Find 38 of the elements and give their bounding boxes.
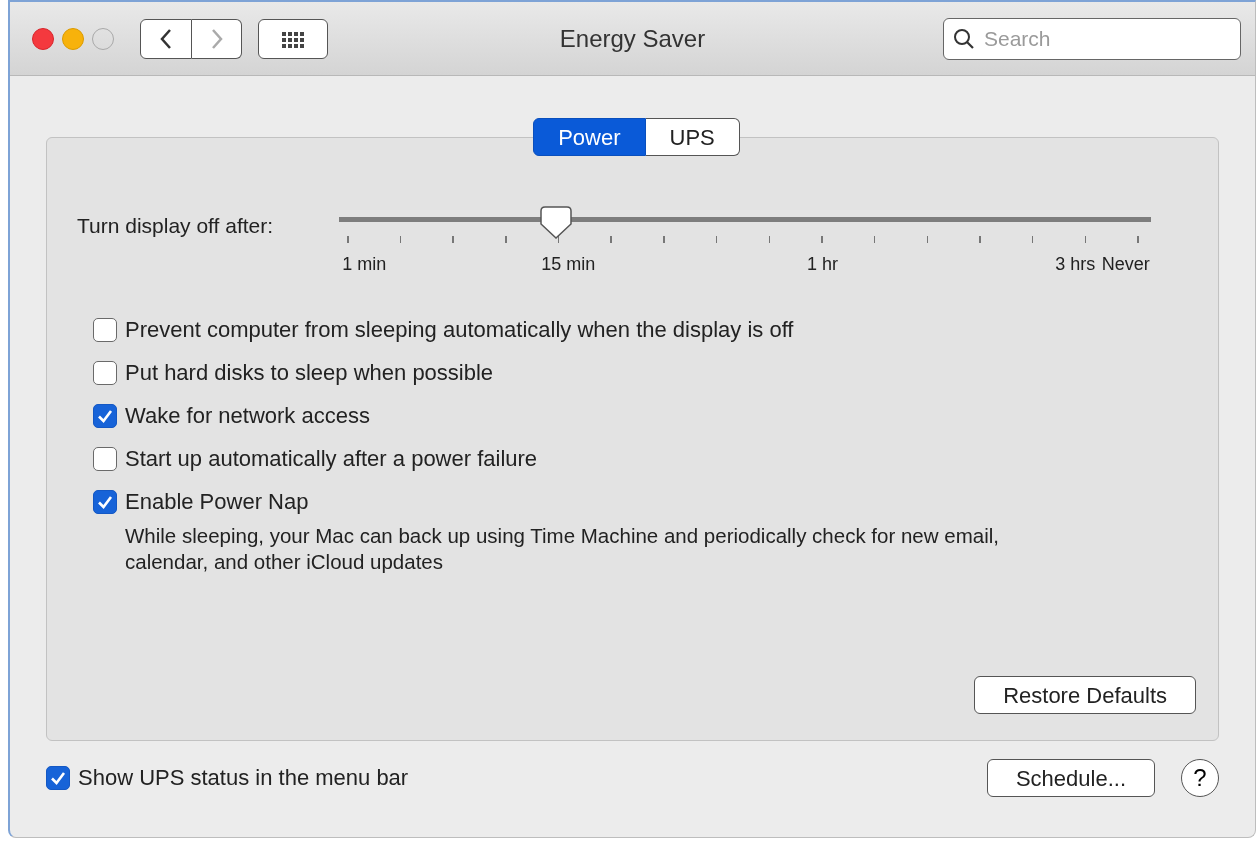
tab[interactable]: UPS [645,118,740,156]
checkbox-label: Start up automatically after a power failure [125,447,538,471]
close-icon[interactable] [32,27,54,50]
checkbox-label: Wake for network access [125,404,370,428]
schedule-button[interactable]: Schedule... [986,759,1155,797]
tab[interactable]: Power [533,118,646,156]
checkbox-label: Prevent computer from sleeping automatically when the display is off [125,318,794,342]
restore-defaults-button[interactable]: Restore Defaults [974,676,1196,714]
checkbox[interactable] [93,361,117,385]
tick-label: 1 min [342,253,387,276]
checkbox[interactable] [93,490,117,514]
tick-label: 3 hrs [1055,253,1096,276]
slider-thumb[interactable] [539,206,572,240]
checkbox-label: Enable Power Nap [125,490,309,514]
tick-label: 1 hr [807,253,839,276]
help-button[interactable]: ? [1181,759,1219,797]
chevron-right-icon [209,27,224,50]
option-description: While sleeping, your Mac can back up using Time Machine and periodically check for new email, calendar, and other iCloud updates [125,523,1000,575]
checkmark-icon [50,770,66,786]
tick-label: 15 min [541,253,596,276]
search-icon [953,27,975,50]
checkmark-icon [97,408,113,424]
checkmark-icon [97,494,113,510]
checkbox[interactable] [93,318,117,342]
slider-label: Turn display off after: [77,213,275,239]
checkbox-label: Put hard disks to sleep when possible [125,361,494,385]
checkbox[interactable] [93,447,117,471]
checkbox[interactable] [46,766,70,790]
forward-button[interactable] [192,18,242,59]
chevron-left-icon [159,27,173,50]
checkbox-label: Show UPS status in the menu bar [78,766,409,790]
tick-label: Never [1101,253,1150,276]
show-all-button[interactable] [258,18,328,59]
checkbox[interactable] [93,404,117,428]
grid-icon [280,29,306,48]
window-title: Energy Saver [559,24,706,52]
back-button[interactable] [140,18,192,59]
search-field[interactable]: Search [943,17,1241,60]
